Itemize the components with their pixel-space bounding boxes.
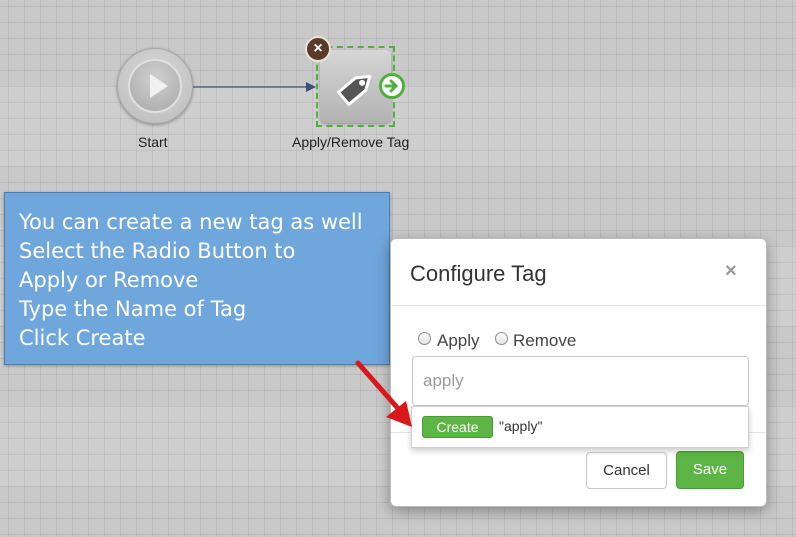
play-icon: [128, 59, 182, 113]
remove-radio-label[interactable]: Remove: [513, 331, 576, 351]
instruction-callout: You can create a new tag as well Select …: [4, 192, 390, 365]
close-circle-icon[interactable]: ×: [305, 36, 331, 62]
callout-line-5: Click Create: [19, 326, 146, 350]
callout-line-2: Select the Radio Button to: [19, 239, 296, 263]
tag-suggestion-dropdown: Create "apply": [411, 406, 749, 448]
red-arrow-icon: [355, 360, 412, 427]
remove-radio[interactable]: [495, 332, 508, 345]
callout-line-1: You can create a new tag as well: [19, 210, 363, 234]
apply-radio-label[interactable]: Apply: [437, 331, 480, 351]
callout-line-3: Apply or Remove: [19, 268, 199, 292]
save-button[interactable]: Save: [676, 451, 744, 489]
dialog-title: Configure Tag: [410, 261, 547, 286]
tag-node-label: Apply/Remove Tag: [292, 134, 410, 150]
connector-line: [193, 82, 316, 92]
suggestion-text[interactable]: "apply": [499, 418, 542, 434]
apply-radio[interactable]: [418, 332, 431, 345]
callout-line-4: Type the Name of Tag: [19, 297, 247, 321]
cancel-button[interactable]: Cancel: [586, 452, 667, 489]
dialog-header-divider: [391, 305, 766, 306]
close-icon[interactable]: ×: [725, 260, 737, 283]
arrow-right-circle-icon[interactable]: [379, 73, 405, 99]
start-node-label: Start: [138, 134, 168, 150]
configure-tag-dialog: Configure Tag × Apply Remove Cancel Save: [390, 238, 767, 507]
create-tag-button[interactable]: Create: [422, 416, 493, 438]
start-node[interactable]: [117, 48, 193, 124]
tag-name-input[interactable]: [412, 356, 749, 406]
